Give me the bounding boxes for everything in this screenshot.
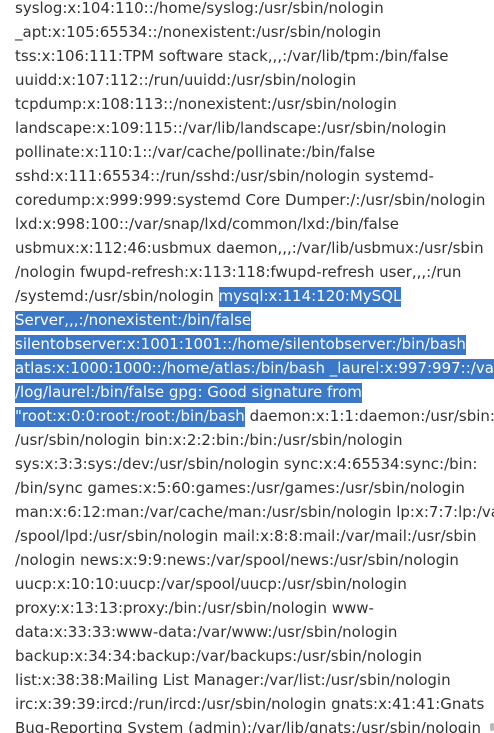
text-segment: /systemd:/usr/sbin/nologin [15,287,219,305]
text-line: list:x:38:38:Mailing List Manager:/var/l… [15,668,487,692]
text-line: tss:x:106:111:TPM software stack,,,:/var… [15,44,487,68]
text-segment: syslog:x:104:110::/home/syslog:/usr/sbin… [15,0,384,17]
selected-text: silentobserver:x:1001:1001::/home/silent… [15,335,466,353]
selected-text: "root:x:0:0:root:/root:/bin/bash [15,407,245,425]
text-line: Bug-Reporting System (admin):/var/lib/gn… [15,716,487,733]
text-line: _apt:x:105:65534::/nonexistent:/usr/sbin… [15,20,487,44]
text-segment: coredump:x:999:999:systemd Core Dumper:/… [15,191,486,209]
selected-text: Server,,,:/nonexistent:/bin/false [15,311,252,329]
text-line: usbmux:x:112:46:usbmux daemon,,,:/var/li… [15,236,487,260]
document-viewer[interactable]: syslog:x:104:110::/home/syslog:/usr/sbin… [0,0,494,733]
text-segment: list:x:38:38:Mailing List Manager:/var/l… [15,671,451,689]
text-segment: /usr/sbin/nologin bin:x:2:2:bin:/bin:/us… [15,431,403,449]
text-line: lxd:x:998:100::/var/snap/lxd/common/lxd:… [15,212,487,236]
text-segment: /nologin news:x:9:9:news:/var/spool/news… [15,551,459,569]
text-line: coredump:x:999:999:systemd Core Dumper:/… [15,188,487,212]
text-line: syslog:x:104:110::/home/syslog:/usr/sbin… [15,0,487,20]
text-segment: pollinate:x:110:1::/var/cache/pollinate:… [15,143,376,161]
text-segment: proxy:x:13:13:proxy:/bin:/usr/sbin/nolog… [15,599,374,617]
text-segment: uucp:x:10:10:uucp:/var/spool/uucp:/usr/s… [15,575,407,593]
text-segment: usbmux:x:112:46:usbmux daemon,,,:/var/li… [15,239,484,257]
passwd-file-text[interactable]: syslog:x:104:110::/home/syslog:/usr/sbin… [15,0,494,733]
text-line: landscape:x:109:115::/var/lib/landscape:… [15,116,487,140]
text-line: /spool/lpd:/usr/sbin/nologin mail:x:8:8:… [15,524,487,548]
text-line: data:x:33:33:www-data:/var/www:/usr/sbin… [15,620,487,644]
text-segment: man:x:6:12:man:/var/cache/man:/usr/sbin/… [15,503,494,521]
text-segment: /nologin fwupd-refresh:x:113:118:fwupd-r… [15,263,462,281]
text-line: sys:x:3:3:sys:/dev:/usr/sbin/nologin syn… [15,452,487,476]
scrollbar-thumb[interactable] [490,723,494,731]
text-line: sshd:x:111:65534::/run/sshd:/usr/sbin/no… [15,164,487,188]
text-line: /log/laurel:/bin/false gpg: Good signatu… [15,380,487,404]
text-line: atlas:x:1000:1000::/home/atlas:/bin/bash… [15,356,494,380]
selected-text: atlas:x:1000:1000::/home/atlas:/bin/bash… [15,359,494,377]
text-segment: landscape:x:109:115::/var/lib/landscape:… [15,119,447,137]
text-line: Server,,,:/nonexistent:/bin/false [15,308,487,332]
text-line: /bin/sync games:x:5:60:games:/usr/games:… [15,476,487,500]
text-line: "root:x:0:0:root:/root:/bin/bash daemon:… [15,404,494,428]
text-line: tcpdump:x:108:113::/nonexistent:/usr/sbi… [15,92,487,116]
text-segment: tcpdump:x:108:113::/nonexistent:/usr/sbi… [15,95,397,113]
text-segment: sys:x:3:3:sys:/dev:/usr/sbin/nologin syn… [15,455,478,473]
text-segment: data:x:33:33:www-data:/var/www:/usr/sbin… [15,623,398,641]
text-segment: uuidd:x:107:112::/run/uuidd:/usr/sbin/no… [15,71,357,89]
text-segment: _apt:x:105:65534::/nonexistent:/usr/sbin… [15,23,382,41]
text-line: /nologin news:x:9:9:news:/var/spool/news… [15,548,487,572]
text-segment: tss:x:106:111:TPM software stack,,,:/var… [15,47,449,65]
text-segment: /bin/sync games:x:5:60:games:/usr/games:… [15,479,465,497]
selected-text: /log/laurel:/bin/false gpg: Good signatu… [15,383,362,401]
text-line: /usr/sbin/nologin bin:x:2:2:bin:/bin:/us… [15,428,487,452]
selected-text: mysql:x:114:120:MySQL [218,287,402,305]
text-line: irc:x:39:39:ircd:/run/ircd:/usr/sbin/nol… [15,692,487,716]
text-segment: irc:x:39:39:ircd:/run/ircd:/usr/sbin/nol… [15,695,485,713]
text-line: /systemd:/usr/sbin/nologin mysql:x:114:1… [15,284,487,308]
text-segment: lxd:x:998:100::/var/snap/lxd/common/lxd:… [15,215,400,233]
text-line: /nologin fwupd-refresh:x:113:118:fwupd-r… [15,260,487,284]
text-line: uucp:x:10:10:uucp:/var/spool/uucp:/usr/s… [15,572,487,596]
text-segment: Bug-Reporting System (admin):/var/lib/gn… [15,719,481,733]
text-line: uuidd:x:107:112::/run/uuidd:/usr/sbin/no… [15,68,487,92]
text-line: proxy:x:13:13:proxy:/bin:/usr/sbin/nolog… [15,596,487,620]
text-line: pollinate:x:110:1::/var/cache/pollinate:… [15,140,487,164]
text-line: silentobserver:x:1001:1001::/home/silent… [15,332,487,356]
text-line: backup:x:34:34:backup:/var/backups:/usr/… [15,644,487,668]
text-segment: /spool/lpd:/usr/sbin/nologin mail:x:8:8:… [15,527,477,545]
text-segment: sshd:x:111:65534::/run/sshd:/usr/sbin/no… [15,167,434,185]
text-segment: daemon:x:1:1:daemon:/usr/sbin: [244,407,494,425]
text-line: man:x:6:12:man:/var/cache/man:/usr/sbin/… [15,500,494,524]
text-segment: backup:x:34:34:backup:/var/backups:/usr/… [15,647,423,665]
